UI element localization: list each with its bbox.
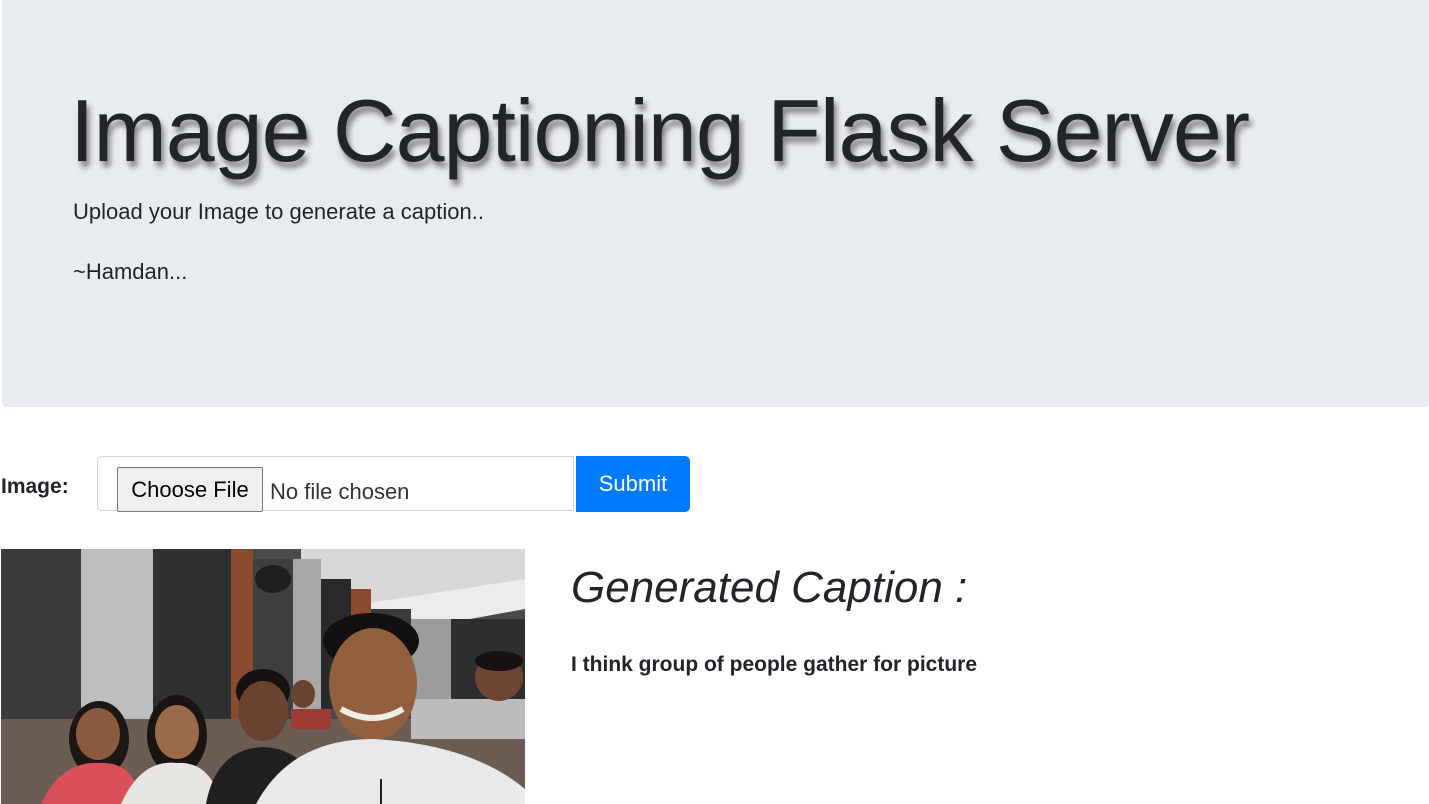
page-subtitle: Upload your Image to generate a caption.…	[73, 199, 484, 224]
image-field-label: Image:	[1, 475, 69, 498]
submit-button[interactable]: Submit	[576, 456, 690, 512]
author-signature: ~Hamdan...	[73, 259, 188, 284]
caption-heading: Generated Caption :	[571, 563, 968, 612]
generated-caption: I think group of people gather for pictu…	[571, 653, 978, 676]
uploaded-photo	[1, 549, 525, 804]
page-title: Image Captioning Flask Server	[70, 81, 1250, 180]
jumbotron-header: Image Captioning Flask Server Upload you…	[2, 0, 1429, 407]
choose-file-button[interactable]: Choose File	[117, 467, 263, 512]
file-status-text: No file chosen	[270, 479, 410, 504]
image-file-input[interactable]: Choose File No file chosen	[97, 456, 574, 512]
